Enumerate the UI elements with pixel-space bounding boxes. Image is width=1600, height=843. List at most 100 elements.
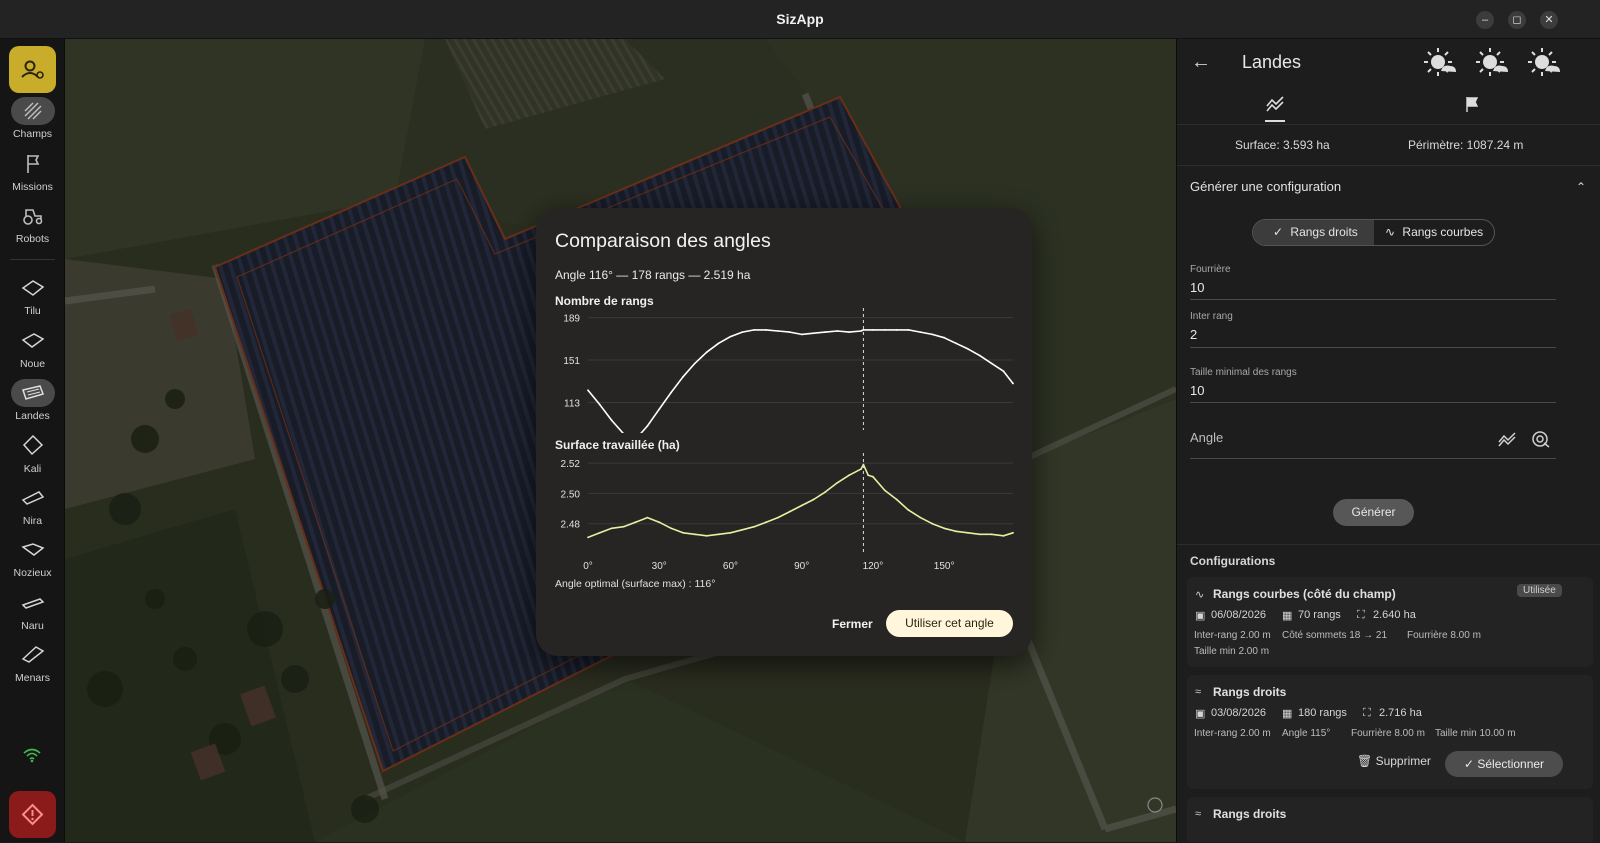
x-tick-label: 60° (723, 561, 738, 572)
flag-icon (11, 150, 55, 178)
config-detail: Inter-rang 2.00 m (1194, 630, 1271, 641)
user-home-button[interactable] (9, 46, 56, 93)
min-row-size-input[interactable]: 10 (1190, 383, 1204, 398)
curved-rows-label: Rangs courbes (1402, 225, 1483, 239)
data-point (991, 363, 993, 365)
tab-flag-icon[interactable] (1462, 94, 1482, 114)
input-underline (1190, 299, 1556, 300)
config-title: Rangs droits (1213, 807, 1286, 821)
field-detail-panel: ← Landes Surface: 3.593 ha Périmètre: 10… (1176, 39, 1600, 842)
data-point (730, 532, 732, 534)
parcel-icon (11, 589, 55, 617)
data-point (635, 521, 637, 523)
data-point (765, 329, 767, 331)
sidebar-item-robots[interactable]: Robots (0, 202, 65, 245)
config-card[interactable]: ∿ Rangs courbes (côté du champ) Utilisée… (1187, 577, 1593, 667)
data-point (860, 468, 862, 470)
config-card[interactable]: ≈ Rangs droits ▣ 03/08/2026 ▦ 180 rangs … (1187, 675, 1593, 789)
delete-button[interactable]: 🗑 Supprimer (1357, 754, 1431, 768)
data-point (587, 536, 589, 538)
selected-angle-info: Angle 116° — 178 rangs — 2.519 ha (555, 268, 750, 282)
check-icon: ✓ (1273, 225, 1283, 239)
data-point (967, 532, 969, 534)
data-point (753, 329, 755, 331)
surface-chart-title: Surface travaillée (ha) (555, 438, 680, 452)
area-icon: ⛶ (1363, 707, 1371, 720)
x-tick-label: 30° (652, 561, 667, 572)
surface-chart[interactable]: 2.482.502.520°30°60°90°120°150° (536, 453, 1032, 573)
sidebar-item-kali[interactable]: Kali (0, 432, 65, 475)
x-tick-label: 0° (583, 561, 593, 572)
divider (1177, 544, 1600, 545)
config-card[interactable]: ≈ Rangs droits (1187, 797, 1593, 842)
input-underline (1190, 347, 1556, 348)
tractor-icon (11, 202, 55, 230)
data-point (682, 376, 684, 378)
angle-target-icon[interactable] (1531, 430, 1551, 448)
weather-sun-cloud-icon (1421, 45, 1459, 79)
parcel-icon (11, 379, 55, 407)
grid-icon: ▦ (1282, 609, 1292, 622)
config-detail: Côté sommets 18 → 21 (1282, 630, 1387, 641)
config-rows: 70 rangs (1298, 609, 1341, 621)
straight-rows-icon: ≈ (1195, 808, 1201, 820)
data-point (611, 527, 613, 529)
generate-config-header[interactable]: Générer une configuration (1190, 179, 1341, 194)
data-point (931, 333, 933, 335)
parcel-icon (11, 327, 55, 355)
sidebar-item-menars[interactable]: Menars (0, 641, 65, 684)
generate-button[interactable]: Générer (1333, 499, 1414, 526)
angle-chart-icon[interactable] (1497, 430, 1517, 448)
config-detail: Angle 115° (1282, 728, 1330, 739)
minimize-button[interactable]: – (1476, 11, 1494, 29)
tab-rows-icon[interactable] (1265, 94, 1285, 114)
field-title: Landes (1242, 52, 1301, 73)
straight-rows-option[interactable]: ✓ Rangs droits (1253, 220, 1374, 245)
data-point (931, 523, 933, 525)
rows-chart[interactable]: 113151189 (536, 308, 1032, 433)
close-window-button[interactable]: ✕ (1540, 11, 1558, 29)
config-rows: 180 rangs (1298, 707, 1347, 719)
data-point (920, 517, 922, 519)
angle-input[interactable]: Angle (1190, 430, 1223, 445)
area-icon: ⛶ (1357, 609, 1365, 622)
calendar-icon: ▣ (1195, 609, 1205, 622)
config-date: 06/08/2026 (1211, 609, 1266, 621)
inter-row-label: Inter rang (1190, 311, 1233, 322)
sidebar-item-nozieux[interactable]: Nozieux (0, 536, 65, 579)
select-button[interactable]: ✓ Sélectionner (1445, 751, 1563, 777)
back-arrow-icon[interactable]: ← (1191, 51, 1211, 74)
emergency-stop-button[interactable] (9, 791, 56, 838)
sidebar: Champs Missions Robots Tilu Noue Landes … (0, 39, 65, 842)
use-angle-button[interactable]: Utiliser cet angle (886, 610, 1013, 637)
sidebar-item-nira[interactable]: Nira (0, 484, 65, 527)
row-type-toggle: ✓ Rangs droits ∿ Rangs courbes (1252, 219, 1495, 246)
curve-icon: ∿ (1195, 588, 1204, 601)
data-point (741, 331, 743, 333)
sidebar-item-tilu[interactable]: Tilu (0, 274, 65, 317)
sidebar-item-noue[interactable]: Noue (0, 327, 65, 370)
sidebar-item-landes[interactable]: Landes (0, 379, 65, 422)
close-button[interactable]: Fermer (826, 614, 879, 634)
data-point (836, 330, 838, 332)
parcel-icon (11, 641, 55, 669)
curved-rows-option[interactable]: ∿ Rangs courbes (1375, 220, 1495, 245)
sidebar-item-naru[interactable]: Naru (0, 589, 65, 632)
sidebar-item-champs[interactable]: Champs (0, 97, 65, 140)
inter-row-input[interactable]: 2 (1190, 327, 1197, 342)
optimal-angle-note: Angle optimal (surface max) : 116° (555, 578, 715, 590)
data-point (741, 529, 743, 531)
data-point (991, 533, 993, 535)
divider (1177, 165, 1600, 166)
data-point (848, 474, 850, 476)
headland-input[interactable]: 10 (1190, 280, 1204, 295)
data-point (908, 329, 910, 331)
data-point (789, 331, 791, 333)
sidebar-item-label: Noue (0, 358, 65, 370)
sidebar-item-missions[interactable]: Missions (0, 150, 65, 193)
maximize-button[interactable]: ◻ (1508, 11, 1526, 29)
data-point (718, 533, 720, 535)
title-bar: SizApp – ◻ ✕ (0, 0, 1600, 39)
sidebar-item-label: Champs (0, 128, 65, 140)
chevron-up-icon[interactable]: ⌃ (1576, 180, 1586, 194)
